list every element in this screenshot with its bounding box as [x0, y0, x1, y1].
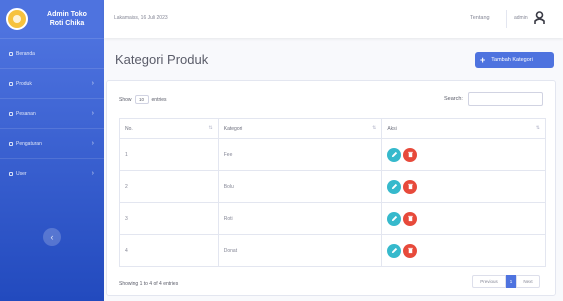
tentang-link[interactable]: Tentang [470, 15, 490, 21]
sidebar-item-label: Beranda [16, 50, 35, 57]
category-table: No. ⇅ Kategori ⇅ Aksi ⇅ 1 Fee 2 Bolu 3 R… [119, 118, 546, 267]
delete-button[interactable] [403, 211, 418, 226]
cell-aksi [381, 234, 546, 267]
trash-icon [407, 215, 413, 222]
column-header-aksi[interactable]: Aksi ⇅ [381, 118, 546, 139]
box-icon [9, 81, 13, 86]
cart-icon [9, 111, 13, 116]
sort-icon: ⇅ [208, 125, 213, 131]
cell-kategori: Donat [217, 234, 383, 267]
table-row: 3 Roti [119, 202, 546, 235]
table-row: 2 Bolu [119, 170, 546, 203]
add-category-button[interactable]: + Tambah Kategori [475, 52, 554, 68]
edit-button[interactable] [387, 147, 402, 162]
pencil-icon [391, 183, 397, 190]
chevron-right-icon: › [91, 80, 94, 87]
sort-icon: ⇅ [372, 125, 377, 131]
pagination: Previous 1 Next [472, 275, 540, 288]
user-icon[interactable] [534, 11, 545, 25]
chevron-right-icon: › [91, 110, 94, 117]
sidebar-item-label: User [16, 170, 27, 177]
chevron-right-icon: › [91, 140, 94, 147]
sidebar-item-label: Pesanan [16, 110, 36, 117]
table-info: Showing 1 to 4 of 4 entries [119, 281, 179, 287]
cell-no: 2 [119, 170, 219, 203]
sort-icon: ⇅ [535, 125, 540, 131]
previous-page-button[interactable]: Previous [472, 275, 506, 288]
cell-kategori: Bolu [217, 170, 383, 203]
trash-icon [407, 151, 413, 158]
entries-control: Show 10 entries [119, 95, 167, 104]
category-card: Show 10 entries Search: No. ⇅ Kategori ⇅ A… [106, 80, 556, 296]
delete-button[interactable] [403, 243, 418, 258]
delete-button[interactable] [403, 147, 418, 162]
cell-no: 1 [119, 138, 219, 171]
sidebar-item-user[interactable]: User › [0, 158, 104, 188]
page-1-button[interactable]: 1 [506, 275, 516, 288]
sidebar-item-pesanan[interactable]: Pesanan › [0, 98, 104, 128]
sidebar-item-produk[interactable]: Produk › [0, 68, 104, 98]
column-header-kategori[interactable]: Kategori ⇅ [217, 118, 383, 139]
current-date: Lakamaiss, 16 Juli 2023 [114, 15, 168, 21]
cell-aksi [381, 202, 546, 235]
cell-kategori: Fee [217, 138, 383, 171]
pencil-icon [391, 247, 397, 254]
delete-button[interactable] [403, 179, 418, 194]
cell-aksi [381, 170, 546, 203]
topbar: Lakamaiss, 16 Juli 2023 Tentang admin [104, 0, 563, 38]
next-page-button[interactable]: Next [516, 275, 540, 288]
edit-button[interactable] [387, 243, 402, 258]
pencil-icon [391, 215, 397, 222]
brand[interactable]: Admin Toko Roti Chika [0, 0, 104, 38]
edit-button[interactable] [387, 179, 402, 194]
search-input[interactable] [467, 92, 543, 106]
chevron-left-icon: ‹ [50, 232, 54, 242]
sidebar-item-pengaturan[interactable]: Pengaturan › [0, 128, 104, 158]
user-icon [9, 171, 13, 176]
chevron-right-icon: › [91, 170, 94, 177]
cell-no: 3 [119, 202, 219, 235]
sidebar-item-beranda[interactable]: Beranda [0, 38, 104, 68]
entries-select[interactable]: 10 [134, 95, 149, 104]
user-name[interactable]: admin [514, 15, 528, 21]
sidebar: Admin Toko Roti Chika Beranda Produk › P… [0, 0, 104, 301]
sidebar-item-label: Produk [16, 80, 32, 87]
trash-icon [407, 247, 413, 254]
dashboard-icon [9, 51, 13, 56]
sidebar-toggle-button[interactable]: ‹ [43, 228, 61, 246]
cell-aksi [381, 138, 546, 171]
cell-kategori: Roti [217, 202, 383, 235]
brand-name: Admin Toko Roti Chika [47, 11, 87, 27]
trash-icon [407, 183, 413, 190]
search-control: Search: [444, 92, 543, 106]
cell-no: 4 [119, 234, 219, 267]
settings-icon [9, 141, 13, 146]
plus-icon: + [480, 55, 486, 65]
table-row: 4 Donat [119, 234, 546, 267]
page-title: Kategori Produk [115, 52, 209, 67]
column-header-no[interactable]: No. ⇅ [119, 118, 219, 139]
sidebar-item-label: Pengaturan [16, 140, 42, 147]
edit-button[interactable] [387, 211, 402, 226]
table-row: 1 Fee [119, 138, 546, 171]
brand-logo [6, 8, 28, 30]
topbar-divider [506, 10, 507, 28]
pencil-icon [391, 151, 397, 158]
